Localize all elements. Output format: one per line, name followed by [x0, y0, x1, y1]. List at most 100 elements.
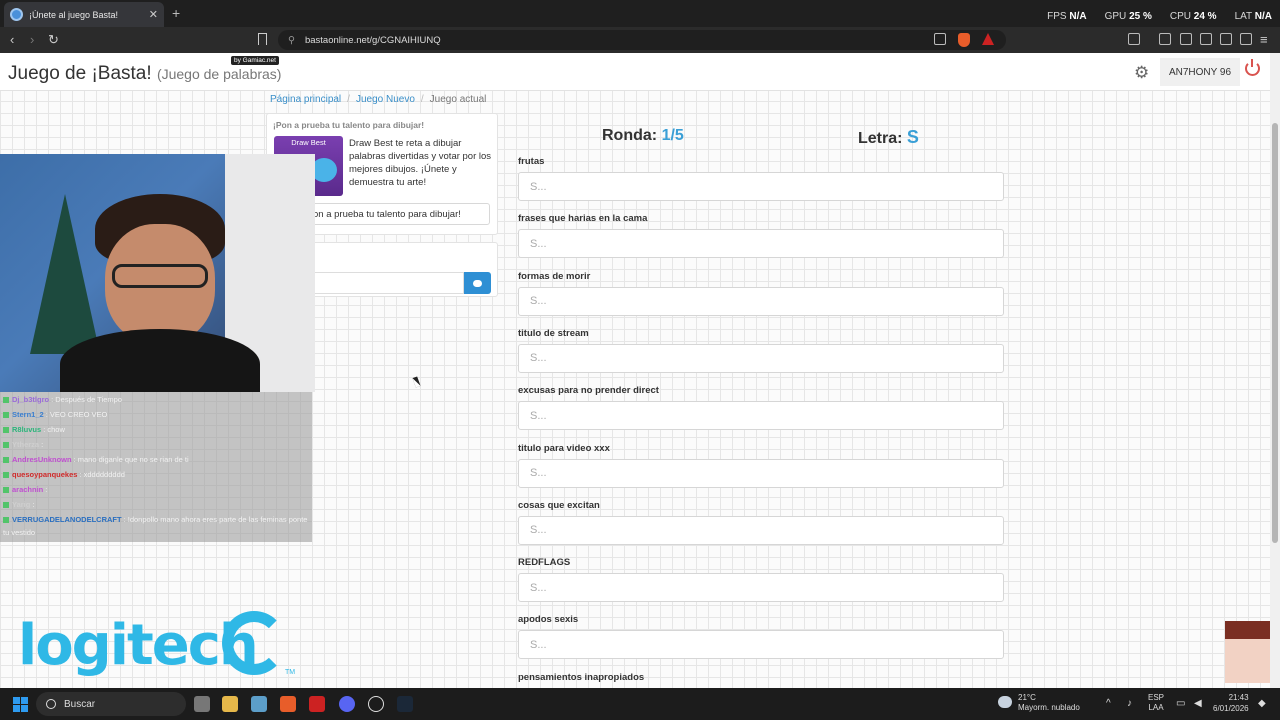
gpu-label: GPU — [1104, 11, 1127, 22]
user-button[interactable]: AN7HONY 96 — [1160, 58, 1240, 86]
round-value: 1/5 — [661, 127, 684, 144]
stream-chat-line: AndresUnknown: mano diganle que no se ri… — [0, 452, 312, 467]
chat-badge-icon — [3, 397, 9, 404]
breadcrumb-home[interactable]: Página principal — [270, 94, 341, 105]
category-label: REDFLAGS — [518, 557, 571, 569]
taskbar-search[interactable]: Buscar — [36, 692, 186, 716]
speech-bubble-icon — [473, 279, 482, 287]
letter-value: S — [906, 127, 919, 147]
chat-send-button[interactable] — [464, 272, 491, 294]
app-icon[interactable] — [309, 696, 325, 712]
power-icon-line — [1251, 59, 1253, 67]
cloud-icon — [998, 696, 1012, 708]
category-input[interactable] — [518, 630, 1004, 660]
chat-badge-icon — [3, 502, 9, 509]
chat-username: Yarig — [12, 500, 31, 509]
round-label: Ronda: — [602, 127, 658, 144]
webcam-overlay — [0, 154, 315, 392]
language-1: ESP — [1148, 693, 1165, 702]
cpu-label: CPU — [1169, 11, 1191, 22]
category-input[interactable] — [518, 515, 1004, 545]
category-input[interactable] — [518, 458, 1004, 488]
bookmark-icon[interactable] — [258, 33, 267, 45]
category-label: apodos sexis — [518, 614, 579, 626]
discord-icon[interactable] — [339, 696, 355, 712]
webcam-glasses — [112, 264, 208, 288]
steam-icon[interactable] — [397, 696, 413, 712]
forward-icon[interactable]: › — [30, 32, 34, 47]
chat-username: Dj_b3tlgro — [12, 395, 50, 404]
volume-icon[interactable]: ◀ — [1194, 698, 1202, 709]
breadcrumb-separator: / — [420, 94, 424, 105]
category-input[interactable] — [518, 229, 1004, 259]
promo-image-label: Draw Best — [291, 138, 326, 147]
fps-value: N/A — [1069, 11, 1087, 22]
gear-icon[interactable]: ⚙ — [1134, 63, 1149, 83]
chat-username: VERRUGADELANODELCRAFT — [12, 515, 122, 524]
stream-chat-line: Dj_b3tlgro: Después de Tiempo — [0, 392, 312, 407]
notification-bell-icon[interactable]: ◆ — [1258, 698, 1266, 709]
chat-badge-icon — [3, 517, 9, 524]
clock[interactable]: 21:43 6/01/2026 — [1213, 693, 1249, 715]
promo-cta-button[interactable]: on a prueba tu talento para dibujar! — [300, 203, 490, 225]
reload-icon[interactable]: ↻ — [48, 32, 59, 48]
chat-badge-icon — [3, 487, 9, 494]
wallet-icon[interactable] — [1200, 33, 1212, 45]
network-icon[interactable]: ▭ — [1176, 698, 1185, 709]
chat-message: : — [41, 440, 44, 449]
category-input[interactable] — [518, 343, 1004, 373]
site-title-main: Juego de ¡Basta! — [8, 63, 152, 84]
sidebar-icon[interactable] — [1128, 33, 1140, 45]
language-indicator[interactable]: ESP LAA — [1148, 693, 1164, 714]
leo-icon[interactable] — [1220, 33, 1232, 45]
vpn-icon[interactable] — [1240, 33, 1252, 45]
chat-username: Ytherza — [12, 440, 40, 449]
brave-browser-icon[interactable] — [280, 696, 296, 712]
site-info-icon[interactable]: ⚲ — [288, 35, 295, 46]
category-input[interactable] — [518, 286, 1004, 316]
obs-icon[interactable] — [368, 696, 384, 712]
chat-username: Stern1_2 — [12, 410, 44, 419]
category-label: excusas para no prender direct — [518, 385, 659, 397]
task-view-icon[interactable] — [194, 696, 210, 712]
game-chat-input[interactable] — [300, 272, 464, 294]
category-label: pensamientos inapropiados — [518, 671, 645, 683]
share-icon[interactable] — [934, 33, 946, 45]
windows-start-icon[interactable] — [13, 697, 28, 712]
breadcrumb: Página principal / Juego Nuevo / Juego a… — [270, 94, 486, 105]
category-input[interactable] — [518, 172, 1004, 201]
close-tab-icon[interactable]: ✕ — [149, 8, 158, 21]
logitech-logo: logitech — [18, 613, 259, 678]
music-icon[interactable] — [1159, 33, 1171, 45]
lat-label: LAT — [1234, 11, 1252, 22]
category-input[interactable] — [518, 401, 1004, 431]
page-scrollbar[interactable] — [1270, 53, 1280, 688]
logitech-g-logo — [222, 611, 286, 675]
new-tab-button[interactable]: + — [172, 5, 180, 21]
weather-widget[interactable]: 21°C Mayorm. nublado — [998, 693, 1080, 714]
page-title[interactable]: Juego de ¡Basta! (Juego de palabras) — [8, 63, 281, 85]
reader-icon[interactable] — [1180, 33, 1192, 45]
stream-chat-line: R8luvus: chow — [0, 422, 312, 437]
browser-tab[interactable]: ¡Únete al juego Basta! ✕ — [4, 2, 164, 27]
category-input[interactable] — [518, 573, 1004, 603]
windows-taskbar: Buscar 21°C Mayorm. nublado ^ ♪ ESP LAA … — [0, 688, 1280, 720]
chevron-up-icon[interactable]: ^ — [1106, 698, 1111, 709]
brave-shields-icon[interactable] — [958, 33, 970, 47]
promo-text: Draw Best te reta a dibujar palabras div… — [349, 138, 492, 189]
breadcrumb-new-game[interactable]: Juego Nuevo — [356, 94, 415, 105]
microphone-icon[interactable]: ♪ — [1127, 698, 1132, 709]
store-icon[interactable] — [251, 696, 267, 712]
menu-icon[interactable]: ≡ — [1260, 32, 1268, 47]
back-icon[interactable]: ‹ — [10, 32, 14, 47]
stream-chat-line: quesoypanquekes: xddddddddd — [0, 467, 312, 482]
file-explorer-icon[interactable] — [222, 696, 238, 712]
perf-overlay: FPS N/A GPU 25 % CPU 24 % LAT N/A — [1047, 11, 1272, 22]
mouse-cursor-icon — [412, 376, 421, 388]
scroll-thumb[interactable] — [1272, 123, 1278, 543]
chat-message: : mano diganle que no se rian de ti — [73, 455, 189, 464]
search-icon — [46, 699, 56, 709]
address-bar[interactable]: ⚲ bastaonline.net/g/CGNAIHIUNQ — [278, 30, 1006, 50]
chat-badge-icon — [3, 472, 9, 479]
category-label: cosas que excitan — [518, 499, 600, 511]
